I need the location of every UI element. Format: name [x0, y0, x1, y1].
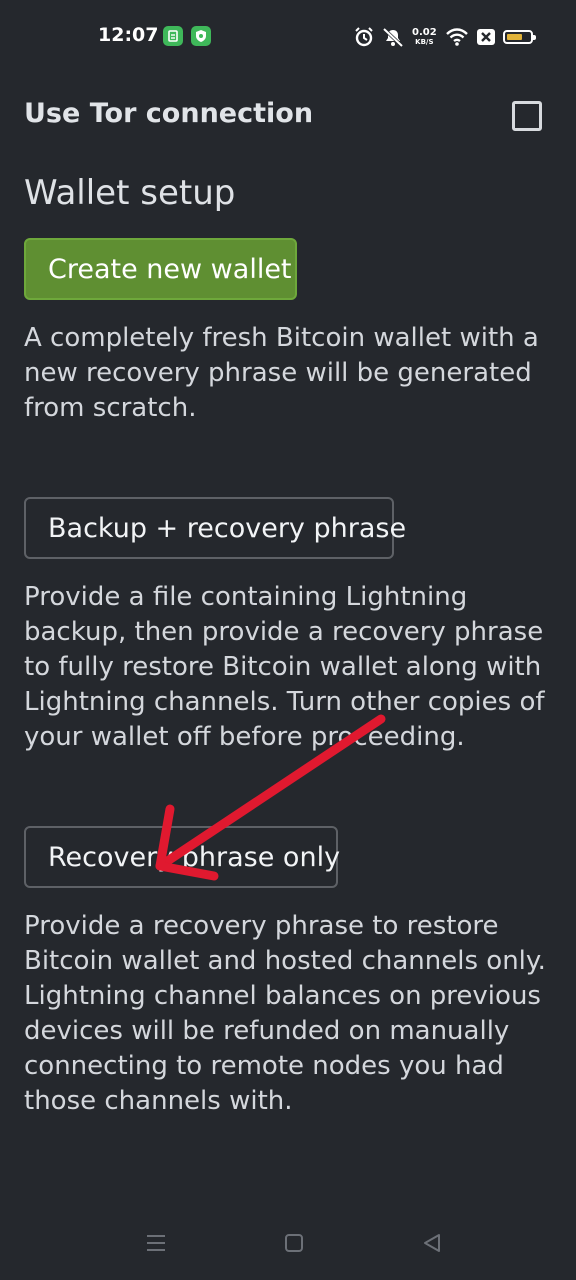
- red-arrow-annotation: [155, 714, 386, 881]
- navigation-bar: [0, 1206, 576, 1280]
- menu-icon[interactable]: [141, 1228, 171, 1258]
- back-icon[interactable]: [417, 1228, 447, 1258]
- home-icon[interactable]: [279, 1228, 309, 1258]
